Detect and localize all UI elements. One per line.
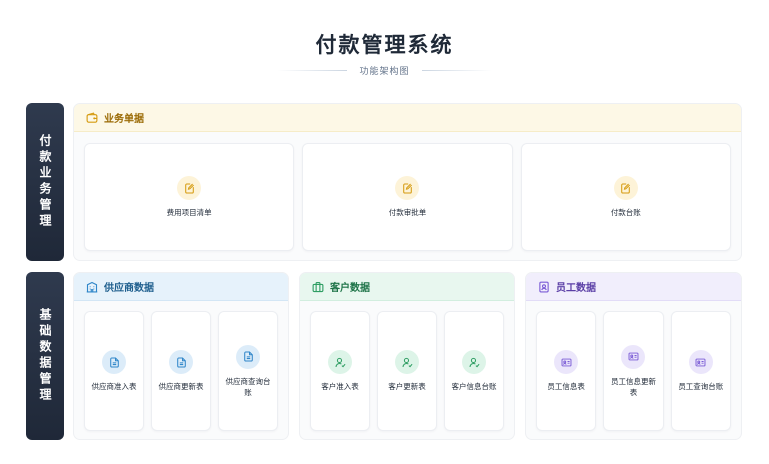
card-label: 付款审批单 (388, 208, 427, 217)
card-label: 客户更新表 (388, 382, 426, 391)
subtitle-row: 功能架构图 (0, 64, 769, 77)
card-label: 费用项目清单 (166, 208, 212, 217)
card-customer-update[interactable]: 客户更新表 (377, 311, 437, 431)
card-label: 客户准入表 (321, 382, 359, 391)
subtitle-divider-left (277, 70, 348, 71)
edit-document-icon (395, 176, 420, 200)
card-payment-approval[interactable]: 付款审批单 (302, 143, 513, 251)
group-header: 员工数据 (526, 273, 741, 301)
briefcase-icon (312, 281, 324, 292)
card-label: 供应商准入表 (91, 382, 137, 391)
card-customer-admission[interactable]: 客户准入表 (310, 311, 370, 431)
group-header: 业务单据 (74, 104, 741, 132)
card-label: 员工信息表 (547, 382, 585, 391)
section-label-text: 付款业务管理 (38, 134, 52, 230)
card-employee-query-ledger[interactable]: 员工查询台账 (670, 311, 731, 431)
wallet-icon (86, 111, 98, 123)
group-header: 客户数据 (300, 273, 514, 301)
card-supplier-admission[interactable]: 供应商准入表 (84, 311, 144, 431)
card-label: 付款台账 (610, 208, 641, 217)
card-customer-ledger[interactable]: 客户信息台账 (444, 311, 504, 431)
card-employee-info[interactable]: 员工信息表 (536, 311, 597, 431)
card-label: 供应商更新表 (158, 382, 204, 391)
document-icon (236, 344, 260, 369)
id-card-icon (554, 350, 579, 374)
section-label-text: 基础数据管理 (38, 308, 52, 404)
user-check-icon (462, 350, 486, 374)
document-icon (169, 350, 193, 374)
group-header: 供应商数据 (74, 273, 288, 301)
card-expense-items[interactable]: 费用项目清单 (84, 143, 295, 251)
card-supplier-query-ledger[interactable]: 供应商查询台账 (218, 311, 278, 431)
card-supplier-update[interactable]: 供应商更新表 (151, 311, 211, 431)
group-cards: 费用项目清单 付款审批单 付款台账 (84, 143, 731, 251)
page-subtitle: 功能架构图 (359, 67, 410, 77)
edit-document-icon (177, 176, 202, 200)
group-title: 客户数据 (330, 283, 370, 294)
card-label: 供应商查询台账 (225, 376, 271, 397)
group-cards: 客户准入表 客户更新表 客户信息台账 (310, 311, 504, 431)
group-title: 供应商数据 (104, 283, 154, 294)
group-employee-data: 员工数据 员工信息表 员工信息更新表 员工查询台账 (525, 272, 742, 440)
building-icon (86, 281, 98, 292)
section-label-base-data: 基础数据管理 (26, 272, 64, 440)
group-supplier-data: 供应商数据 供应商准入表 供应商更新表 供应商查询台账 (73, 272, 289, 440)
id-card-icon (621, 344, 646, 369)
card-label: 客户信息台账 (451, 382, 497, 391)
group-title: 员工数据 (556, 283, 596, 294)
document-icon (102, 350, 126, 374)
group-cards: 员工信息表 员工信息更新表 员工查询台账 (536, 311, 731, 431)
user-check-icon (328, 350, 352, 374)
id-card-icon (688, 350, 713, 374)
group-cards: 供应商准入表 供应商更新表 供应商查询台账 (84, 311, 278, 431)
card-label: 员工信息更新表 (610, 376, 656, 397)
user-check-icon (395, 350, 419, 374)
subtitle-divider-right (421, 70, 492, 71)
edit-document-icon (613, 176, 638, 200)
id-badge-icon (539, 281, 549, 292)
section-label-payment-business: 付款业务管理 (26, 103, 64, 261)
header: 付款管理系统 功能架构图 (0, 30, 769, 77)
group-business-documents: 业务单据 费用项目清单 付款审批单 付款台账 (73, 103, 742, 261)
card-payment-ledger[interactable]: 付款台账 (520, 143, 731, 251)
group-title: 业务单据 (104, 114, 144, 125)
page-title: 付款管理系统 (315, 33, 454, 57)
card-label: 员工查询台账 (678, 382, 724, 391)
card-employee-update[interactable]: 员工信息更新表 (603, 311, 664, 431)
group-customer-data: 客户数据 客户准入表 客户更新表 客户信息台账 (299, 272, 515, 440)
